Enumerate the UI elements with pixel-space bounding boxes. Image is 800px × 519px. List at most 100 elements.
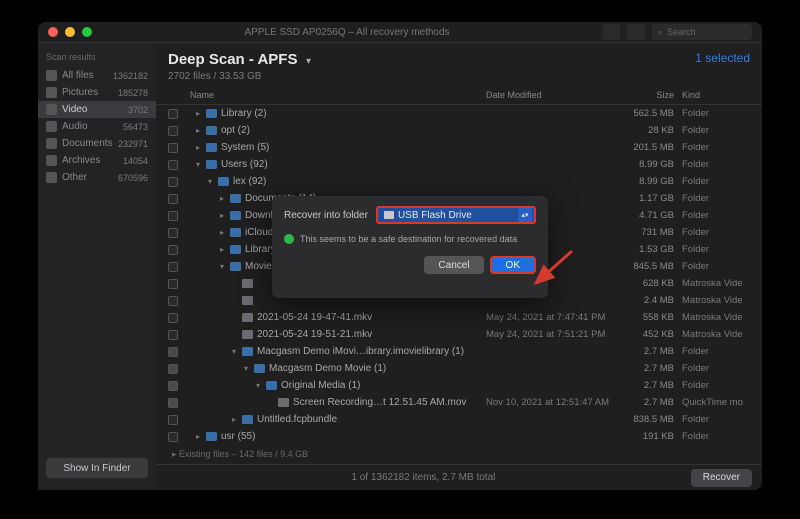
row-size: 8.99 GB (616, 159, 674, 170)
row-kind: Folder (674, 363, 754, 374)
row-checkbox[interactable] (168, 177, 178, 187)
folder-icon (242, 347, 253, 356)
column-date[interactable]: Date Modified (486, 90, 616, 100)
toolbar-button[interactable] (627, 24, 645, 40)
disclosure-icon[interactable]: ▸ (218, 211, 226, 220)
row-checkbox[interactable] (168, 262, 178, 272)
disclosure-icon[interactable]: ▸ (194, 109, 202, 118)
file-icon (242, 296, 253, 305)
file-row[interactable]: ▸System (5)201.5 MBFolder (156, 139, 762, 156)
row-checkbox[interactable] (168, 211, 178, 221)
disclosure-icon[interactable]: ▸ (218, 245, 226, 254)
row-checkbox[interactable] (168, 432, 178, 442)
file-row[interactable]: ▾Original Media (1)2.7 MBFolder (156, 377, 762, 394)
row-kind: Matroska Vide (674, 312, 754, 323)
checkmark-icon (284, 234, 294, 244)
row-checkbox[interactable] (168, 364, 178, 374)
row-checkbox[interactable] (168, 194, 178, 204)
row-checkbox[interactable] (168, 126, 178, 136)
file-row[interactable]: Screen Recording…t 12.51.45 AM.movNov 10… (156, 394, 762, 411)
sidebar-item-audio[interactable]: Audio56473 (38, 118, 156, 135)
file-row[interactable]: ▸Untitled.fcpbundle838.5 MBFolder (156, 411, 762, 428)
sidebar-item-other[interactable]: Other670596 (38, 169, 156, 186)
row-name: Users (92) (221, 159, 268, 170)
sidebar: Scan results All files1362182Pictures185… (38, 43, 156, 490)
file-row[interactable]: ▾ Macgasm Demo iMovi…ibrary.imovielibrary… (156, 343, 762, 360)
file-row[interactable]: ▸Library (2)562.5 MBFolder (156, 105, 762, 122)
file-row[interactable]: ▾lex (92)8.99 GBFolder (156, 173, 762, 190)
destination-select[interactable]: USB Flash Drive ▴▾ (376, 206, 536, 224)
row-checkbox[interactable] (168, 381, 178, 391)
disclosure-icon[interactable]: ▸ (194, 126, 202, 135)
row-name: Untitled.fcpbundle (257, 414, 337, 425)
row-size: 558 KB (616, 312, 674, 323)
disclosure-icon[interactable]: ▾ (230, 347, 238, 356)
row-size: 845.5 MB (616, 261, 674, 272)
row-name: 2021-05-24 19-47-41.mkv (257, 312, 372, 323)
row-size: 628 KB (616, 278, 674, 289)
maximize-window-button[interactable] (82, 27, 92, 37)
row-checkbox[interactable] (168, 245, 178, 255)
folder-icon (242, 415, 253, 424)
ok-button[interactable]: OK (490, 256, 536, 274)
row-size: 2.4 MB (616, 295, 674, 306)
row-checkbox[interactable] (168, 415, 178, 425)
row-checkbox[interactable] (168, 398, 178, 408)
sidebar-item-archives[interactable]: Archives14054 (38, 152, 156, 169)
file-row[interactable]: ▾Macgasm Demo Movie (1)2.7 MBFolder (156, 360, 762, 377)
row-checkbox[interactable] (168, 228, 178, 238)
status-bar: 1 of 1362182 items, 2.7 MB total Recover (156, 464, 762, 490)
row-name: Macgasm Demo iMovi…ibrary.imovielibrary … (257, 346, 464, 357)
row-checkbox[interactable] (168, 347, 178, 357)
column-kind[interactable]: Kind (674, 90, 754, 100)
sidebar-item-video[interactable]: Video3702 (38, 101, 156, 118)
minimize-window-button[interactable] (65, 27, 75, 37)
file-icon (242, 313, 253, 322)
file-row[interactable]: ▾Users (92)8.99 GBFolder (156, 156, 762, 173)
disclosure-icon[interactable]: ▾ (194, 160, 202, 169)
existing-files-summary[interactable]: ▸ Existing files – 142 files / 9.4 GB (156, 445, 762, 464)
row-checkbox[interactable] (168, 143, 178, 153)
sidebar-item-documents[interactable]: Documents232971 (38, 135, 156, 152)
disclosure-icon[interactable]: ▸ (218, 228, 226, 237)
search-field[interactable]: ⌕ Search (652, 24, 752, 40)
sidebar-item-all-files[interactable]: All files1362182 (38, 67, 156, 84)
row-checkbox[interactable] (168, 330, 178, 340)
row-name: Library (2) (221, 108, 267, 119)
disclosure-icon[interactable]: ▾ (206, 177, 214, 186)
close-window-button[interactable] (48, 27, 58, 37)
row-size: 1.53 GB (616, 244, 674, 255)
folder-icon (230, 262, 241, 271)
disclosure-icon[interactable]: ▾ (242, 364, 250, 373)
window-title: APPLE SSD AP0256Q – All recovery methods (99, 27, 595, 38)
disclosure-icon[interactable]: ▸ (230, 415, 238, 424)
disclosure-icon[interactable]: ▸ (218, 194, 226, 203)
disclosure-icon[interactable]: ▾ (218, 262, 226, 271)
sidebar-item-pictures[interactable]: Pictures185278 (38, 84, 156, 101)
row-checkbox[interactable] (168, 313, 178, 323)
disclosure-icon[interactable]: ▾ (254, 381, 262, 390)
disclosure-icon[interactable]: ▸ (194, 143, 202, 152)
row-checkbox[interactable] (168, 109, 178, 119)
file-row[interactable]: ▸opt (2)28 KBFolder (156, 122, 762, 139)
show-in-finder-button[interactable]: Show In Finder (46, 458, 148, 478)
disclosure-icon[interactable]: ▸ (194, 432, 202, 441)
file-row[interactable]: 2021-05-24 19-47-41.mkvMay 24, 2021 at 7… (156, 309, 762, 326)
row-name: 2021-05-24 19-51-21.mkv (257, 329, 372, 340)
chevron-down-icon[interactable]: ▾ (306, 56, 311, 67)
row-checkbox[interactable] (168, 160, 178, 170)
row-size: 201.5 MB (616, 142, 674, 153)
drive-icon (384, 211, 394, 219)
row-checkbox[interactable] (168, 279, 178, 289)
column-name[interactable]: Name (182, 90, 486, 100)
row-kind: Folder (674, 142, 754, 153)
recover-into-label: Recover into folder (284, 210, 368, 221)
recover-button[interactable]: Recover (691, 469, 752, 487)
row-checkbox[interactable] (168, 296, 178, 306)
toolbar-button[interactable] (602, 24, 620, 40)
column-size[interactable]: Size (616, 90, 674, 100)
file-row[interactable]: ▸usr (55)191 KBFolder (156, 428, 762, 445)
file-row[interactable]: 2021-05-24 19-51-21.mkvMay 24, 2021 at 7… (156, 326, 762, 343)
row-size: 8.99 GB (616, 176, 674, 187)
cancel-button[interactable]: Cancel (424, 256, 483, 274)
